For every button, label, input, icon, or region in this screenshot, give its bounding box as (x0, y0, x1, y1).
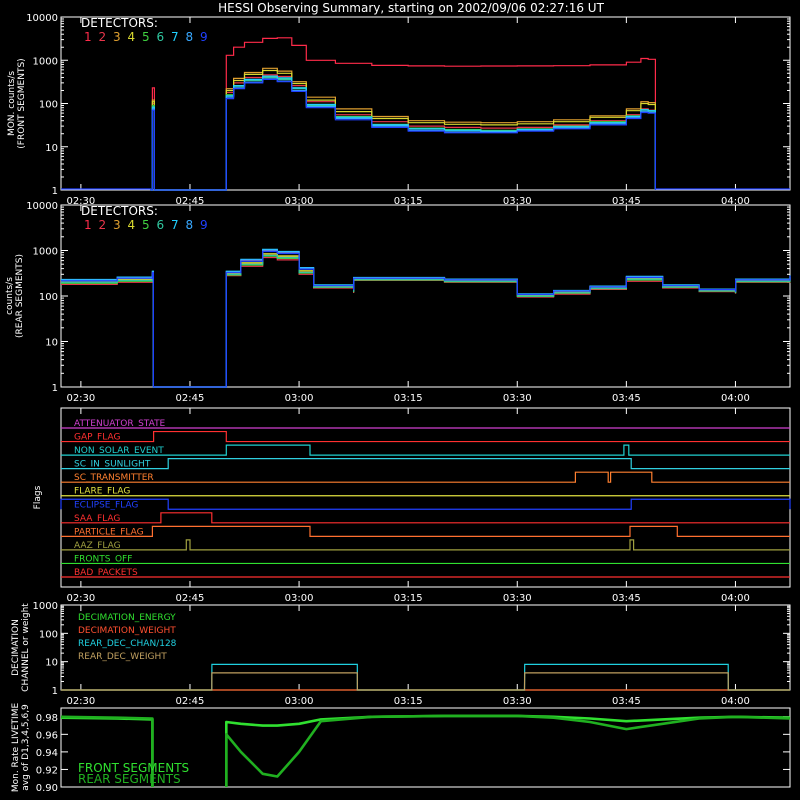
time-tick-label: 03:00 (285, 696, 314, 707)
legend-title: DETECTORS: (81, 204, 158, 218)
hessi-summary-figure: HESSI Observing Summary, starting on 200… (0, 0, 800, 800)
y-tick-label: 10 (45, 338, 58, 349)
flag-label: AAZ_FLAG (74, 541, 121, 551)
y-axis-label: MON. counts/s (7, 71, 17, 136)
y-axis-label: (REAR SEGMENTS) (15, 254, 25, 338)
time-tick-label: 03:00 (285, 593, 314, 604)
legend-detector-label: 1 (84, 218, 92, 232)
y-tick-label: 10000 (26, 13, 58, 24)
legend-label: DECIMATION_WEIGHT (78, 626, 176, 636)
time-tick-label: 02:45 (176, 393, 205, 404)
time-tick-label: 02:30 (66, 593, 95, 604)
time-tick-label: 03:45 (612, 593, 641, 604)
legend-detector-label: 6 (157, 30, 165, 44)
y-tick-label: 0.98 (36, 713, 58, 724)
y-tick-label: 1000 (33, 247, 58, 258)
flag-label: SC_IN_SUNLIGHT (74, 460, 151, 470)
legend-detector-label: 4 (128, 30, 136, 44)
y-tick-label: 0.90 (36, 783, 58, 794)
y-tick-label: 1 (52, 186, 58, 197)
y-tick-label: 10 (45, 658, 58, 669)
legend-detector-label: 2 (99, 218, 107, 232)
y-tick-label: 1000 (33, 601, 58, 612)
flag-label: SC_TRANSMITTER (74, 473, 154, 483)
legend-label: REAR_DEC_WEIGHT (78, 652, 167, 662)
flag-label: PARTICLE_FLAG (74, 527, 144, 537)
time-tick-label: 03:00 (285, 393, 314, 404)
legend-title: DETECTORS: (81, 16, 158, 30)
time-tick-label: 03:15 (394, 696, 423, 707)
time-tick-label: 04:00 (721, 593, 750, 604)
time-tick-label: 03:30 (503, 696, 532, 707)
y-tick-label: 0.94 (36, 748, 58, 759)
flag-label: NON_SOLAR_EVENT (74, 446, 164, 456)
legend-detector-label: 7 (171, 218, 179, 232)
time-tick-label: 04:00 (721, 393, 750, 404)
time-tick-label: 02:30 (66, 696, 95, 707)
y-axis-label: Flags (33, 485, 43, 509)
y-axis-label: avg of D1,3,4,5,6,9 (21, 704, 31, 791)
y-axis-label: DECIMATION (11, 619, 21, 676)
flag-label: GAP_FLAG (74, 433, 120, 443)
y-tick-label: 10 (45, 143, 58, 154)
flag-label: ECLIPSE_FLAG (74, 500, 138, 510)
legend-detector-label: 1 (84, 30, 92, 44)
legend-detector-label: 9 (200, 30, 208, 44)
time-tick-label: 03:15 (394, 393, 423, 404)
y-tick-label: 10000 (26, 201, 58, 212)
time-tick-label: 02:45 (176, 696, 205, 707)
flag-label: FLARE_FLAG (74, 487, 130, 497)
legend-detector-label: 8 (186, 218, 194, 232)
y-tick-label: 1000 (33, 56, 58, 67)
time-tick-label: 02:30 (66, 393, 95, 404)
legend-detector-label: 5 (142, 30, 150, 44)
time-tick-label: 03:30 (503, 393, 532, 404)
y-axis-label: counts/s (5, 277, 15, 315)
flag-label: SAA_FLAG (74, 514, 120, 524)
y-axis-label: CHANNEL or weight (21, 603, 31, 692)
time-tick-label: 03:45 (612, 696, 641, 707)
y-axis-label: (FRONT SEGMENTS) (17, 58, 27, 148)
y-tick-label: 1 (52, 686, 58, 697)
legend-label: REAR SEGMENTS (78, 772, 181, 786)
legend-detector-label: 6 (157, 218, 165, 232)
y-tick-label: 0.92 (36, 765, 58, 776)
time-tick-label: 02:45 (176, 593, 205, 604)
legend-detector-label: 2 (99, 30, 107, 44)
flag-label: BAD_PACKETS (74, 568, 138, 578)
time-tick-label: 04:00 (721, 696, 750, 707)
y-tick-label: 100 (39, 629, 58, 640)
legend-label: DECIMATION_ENERGY (78, 613, 176, 623)
legend-detector-label: 8 (186, 30, 194, 44)
legend-detector-label: 4 (128, 218, 136, 232)
time-tick-label: 03:15 (394, 593, 423, 604)
y-axis-label: Mon. Rate LIVETIME (11, 703, 21, 793)
y-tick-label: 1 (52, 383, 58, 394)
time-tick-label: 03:45 (612, 393, 641, 404)
legend-detector-label: 5 (142, 218, 150, 232)
y-tick-label: 100 (39, 292, 58, 303)
legend-detector-label: 3 (113, 30, 121, 44)
legend-detector-label: 7 (171, 30, 179, 44)
time-tick-label: 03:30 (503, 593, 532, 604)
y-tick-label: 100 (39, 100, 58, 111)
figure-title: HESSI Observing Summary, starting on 200… (218, 1, 604, 15)
flag-label: FRONTS_OFF (74, 554, 132, 564)
legend-detector-label: 3 (113, 218, 121, 232)
legend-label: REAR_DEC_CHAN/128 (78, 639, 177, 649)
y-tick-label: 0.96 (36, 730, 58, 741)
legend-detector-label: 9 (200, 218, 208, 232)
flag-label: ATTENUATOR_STATE (74, 419, 166, 429)
